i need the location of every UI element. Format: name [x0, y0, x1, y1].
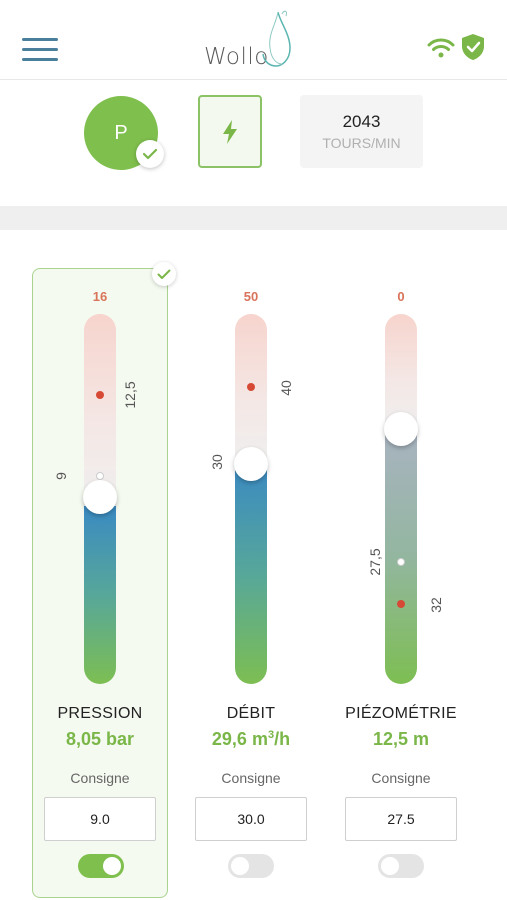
selected-check-icon	[152, 262, 176, 286]
pression-consigne-input[interactable]	[44, 797, 156, 841]
debit-consigne-input[interactable]	[195, 797, 307, 841]
menu-icon[interactable]	[22, 36, 58, 62]
shield-check-icon	[462, 34, 484, 60]
pression-toggle[interactable]	[78, 854, 124, 878]
piezometrie-consigne-label: Consigne	[371, 770, 431, 786]
piezometrie-title: PIÉZOMÉTRIE	[345, 705, 457, 722]
section-divider	[0, 206, 507, 230]
debit-title: DÉBIT	[226, 705, 276, 722]
piezometrie-white-value: 27,5	[367, 548, 383, 576]
pressure-mode-label: P	[114, 121, 128, 144]
pression-white-value: 9	[53, 472, 69, 480]
debit-red-marker	[247, 383, 255, 391]
app-header: Wollo	[0, 0, 507, 80]
debit-white-value: 30	[209, 454, 225, 470]
piezometrie-white-marker	[397, 558, 405, 566]
pression-consigne-label: Consigne	[70, 770, 130, 786]
pression-red-marker	[96, 391, 104, 399]
pression-value: 8,05 bar	[65, 729, 135, 749]
rpm-display[interactable]: 2043 TOURS/MIN	[300, 95, 423, 168]
pression-max-label: 16	[92, 289, 108, 304]
debit-slider-track[interactable]	[235, 314, 267, 684]
rpm-unit: TOURS/MIN	[322, 135, 401, 151]
piezometrie-red-marker	[397, 600, 405, 608]
logo: Wollo	[196, 8, 306, 72]
piezometrie-max-label: 0	[397, 289, 405, 304]
debit-consigne-label: Consigne	[221, 770, 281, 786]
pression-white-marker	[96, 472, 104, 480]
check-icon	[136, 140, 164, 168]
debit-toggle[interactable]	[228, 854, 274, 878]
piezometrie-red-value: 32	[428, 597, 444, 613]
piezometrie-slider-thumb[interactable]	[384, 412, 418, 446]
piezometrie-toggle[interactable]	[378, 854, 424, 878]
pression-slider-thumb[interactable]	[83, 480, 117, 514]
debit-red-value: 40	[278, 380, 294, 396]
lightning-bolt-icon	[223, 119, 237, 144]
pression-title: PRESSION	[57, 705, 143, 722]
water-drop-logo-icon	[262, 10, 291, 67]
debit-value: 29,6 m3/h	[211, 729, 291, 749]
wifi-icon	[427, 38, 455, 58]
mode-selector-row: P 2043 TOURS/MIN	[0, 80, 507, 206]
piezometrie-value: 12,5 m	[372, 729, 430, 749]
power-mode-button[interactable]	[198, 95, 262, 168]
pression-red-value: 12,5	[122, 381, 138, 409]
piezometrie-consigne-input[interactable]	[345, 797, 457, 841]
debit-max-label: 50	[243, 289, 259, 304]
debit-slider-thumb[interactable]	[234, 447, 268, 481]
piezometrie-slider-track[interactable]	[385, 314, 417, 684]
rpm-value: 2043	[342, 112, 381, 131]
